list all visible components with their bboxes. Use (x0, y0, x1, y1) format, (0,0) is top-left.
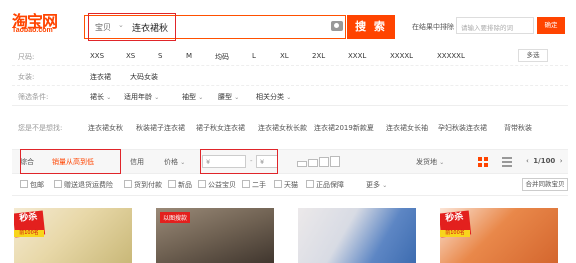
merge-same-button[interactable]: 合并同款宝贝 (522, 178, 568, 191)
pager[interactable]: ‹ 1/100 › (526, 157, 563, 165)
next-page-icon[interactable]: › (560, 157, 563, 165)
filter-row-women: 女装: 连衣裙 大码女装 (12, 66, 568, 86)
size-option[interactable]: XXXXXL (437, 52, 465, 60)
checkbox-authentic[interactable]: 正品保障 (306, 180, 344, 190)
suggestion-link[interactable]: 孕妇秋装连衣裙 (438, 123, 487, 133)
suggestion-link[interactable]: 连衣裙女秋长款 (258, 123, 307, 133)
suggestion-link[interactable]: 裙子秋女连衣裙 (196, 123, 245, 133)
size-option[interactable]: XXXXL (390, 52, 413, 60)
checkbox-cod[interactable]: 货到付款 (124, 180, 162, 190)
image-search-tag[interactable]: 以图搜款 (160, 212, 191, 223)
size-option[interactable]: XXXL (348, 52, 366, 60)
checkbox-tmall[interactable]: 天猫 (274, 180, 298, 190)
highlight-box-price (200, 149, 278, 174)
search-button[interactable]: 搜 索 (347, 15, 395, 39)
sort-credit[interactable]: 信用 (130, 157, 144, 167)
filter-row-conditions: 筛选条件: 裙长 ⌄ 适用年龄 ⌄ 袖型 ⌄ 腰型 ⌄ 相关分类 ⌄ (12, 86, 568, 106)
suggestion-link[interactable]: 连衣裙女长袖 (386, 123, 428, 133)
suggestion-link[interactable]: 秋装裙子连衣裙 (136, 123, 185, 133)
women-option[interactable]: 连衣裙 (90, 72, 111, 82)
product-image[interactable]: 秒杀 前100名 (14, 208, 132, 263)
checkbox-charity[interactable]: 公益宝贝 (198, 180, 236, 190)
multi-select-button[interactable]: 多选 (518, 49, 548, 62)
size-option[interactable]: XL (280, 52, 289, 60)
size-option[interactable]: L (252, 52, 256, 60)
condition-dropdown[interactable]: 裙长 ⌄ (90, 92, 111, 102)
sort-price[interactable]: 价格 ⌄ (164, 157, 185, 167)
ship-from-dropdown[interactable]: 发货地 ⌄ (416, 157, 444, 167)
size-option[interactable]: S (158, 52, 162, 60)
filter-label: 尺码: (18, 53, 35, 61)
exclude-label: 在结果中排除 (412, 23, 454, 31)
page-indicator: 1/100 (533, 157, 556, 165)
camera-icon[interactable] (331, 21, 343, 31)
checkbox-row: 包邮 赠送退货运费险 货到付款 新品 公益宝贝 二手 天猫 正品保障 更多 ⌄ … (12, 174, 568, 196)
checkbox-free-shipping[interactable]: 包邮 (20, 180, 44, 190)
filter-label: 筛选条件: (18, 93, 49, 101)
prev-page-icon[interactable]: ‹ (526, 157, 529, 165)
product-image[interactable] (298, 208, 416, 263)
suggestion-row: 您是不是想找: 连衣裙女秋 秋装裙子连衣裙 裙子秋女连衣裙 连衣裙女秋长款 连衣… (12, 114, 568, 150)
logo-text-en: Taobao.com (12, 27, 53, 34)
highlight-box-search (88, 13, 176, 41)
filter-row-size: 尺码: XXS XS S M 均码 L XL 2XL XXXL XXXXL XX… (12, 46, 568, 66)
condition-dropdown[interactable]: 适用年龄 ⌄ (124, 92, 159, 102)
checkbox-return-insurance[interactable]: 赠送退货运费险 (54, 180, 113, 190)
product-image[interactable]: 秒杀 前100名 (440, 208, 558, 263)
condition-dropdown[interactable]: 腰型 ⌄ (218, 92, 239, 102)
women-option[interactable]: 大码女装 (130, 72, 158, 82)
flash-sale-subtitle: 前100名 (14, 230, 44, 237)
suggestion-link[interactable]: 连衣裙2019新款夏 (314, 123, 374, 133)
product-image[interactable]: 以图搜款 (156, 208, 274, 263)
grid-view-icon[interactable] (478, 157, 488, 167)
exclude-input[interactable]: 请输入要排除的词 (456, 17, 534, 34)
price-range-icon[interactable] (297, 156, 343, 167)
list-view-icon[interactable] (502, 157, 512, 167)
suggestion-link[interactable]: 连衣裙女秋 (88, 123, 123, 133)
size-option[interactable]: 2XL (312, 52, 325, 60)
taobao-logo[interactable]: 淘宝网 Taobao.com (12, 8, 72, 36)
size-option[interactable]: 均码 (215, 52, 229, 62)
flash-sale-subtitle: 前100名 (440, 230, 470, 237)
suggestion-label: 您是不是想找: (18, 124, 63, 132)
highlight-box-sales (20, 149, 121, 174)
size-option[interactable]: XS (126, 52, 135, 60)
suggestion-link[interactable]: 背带秋装 (504, 123, 532, 133)
filter-label: 女装: (18, 73, 35, 81)
condition-dropdown[interactable]: 袖型 ⌄ (182, 92, 203, 102)
size-option[interactable]: XXS (90, 52, 104, 60)
more-options-dropdown[interactable]: 更多 ⌄ (366, 180, 387, 190)
condition-dropdown[interactable]: 相关分类 ⌄ (256, 92, 291, 102)
exclude-confirm-button[interactable]: 确定 (537, 17, 565, 34)
checkbox-secondhand[interactable]: 二手 (242, 180, 266, 190)
checkbox-new[interactable]: 新品 (168, 180, 192, 190)
size-option[interactable]: M (186, 52, 192, 60)
